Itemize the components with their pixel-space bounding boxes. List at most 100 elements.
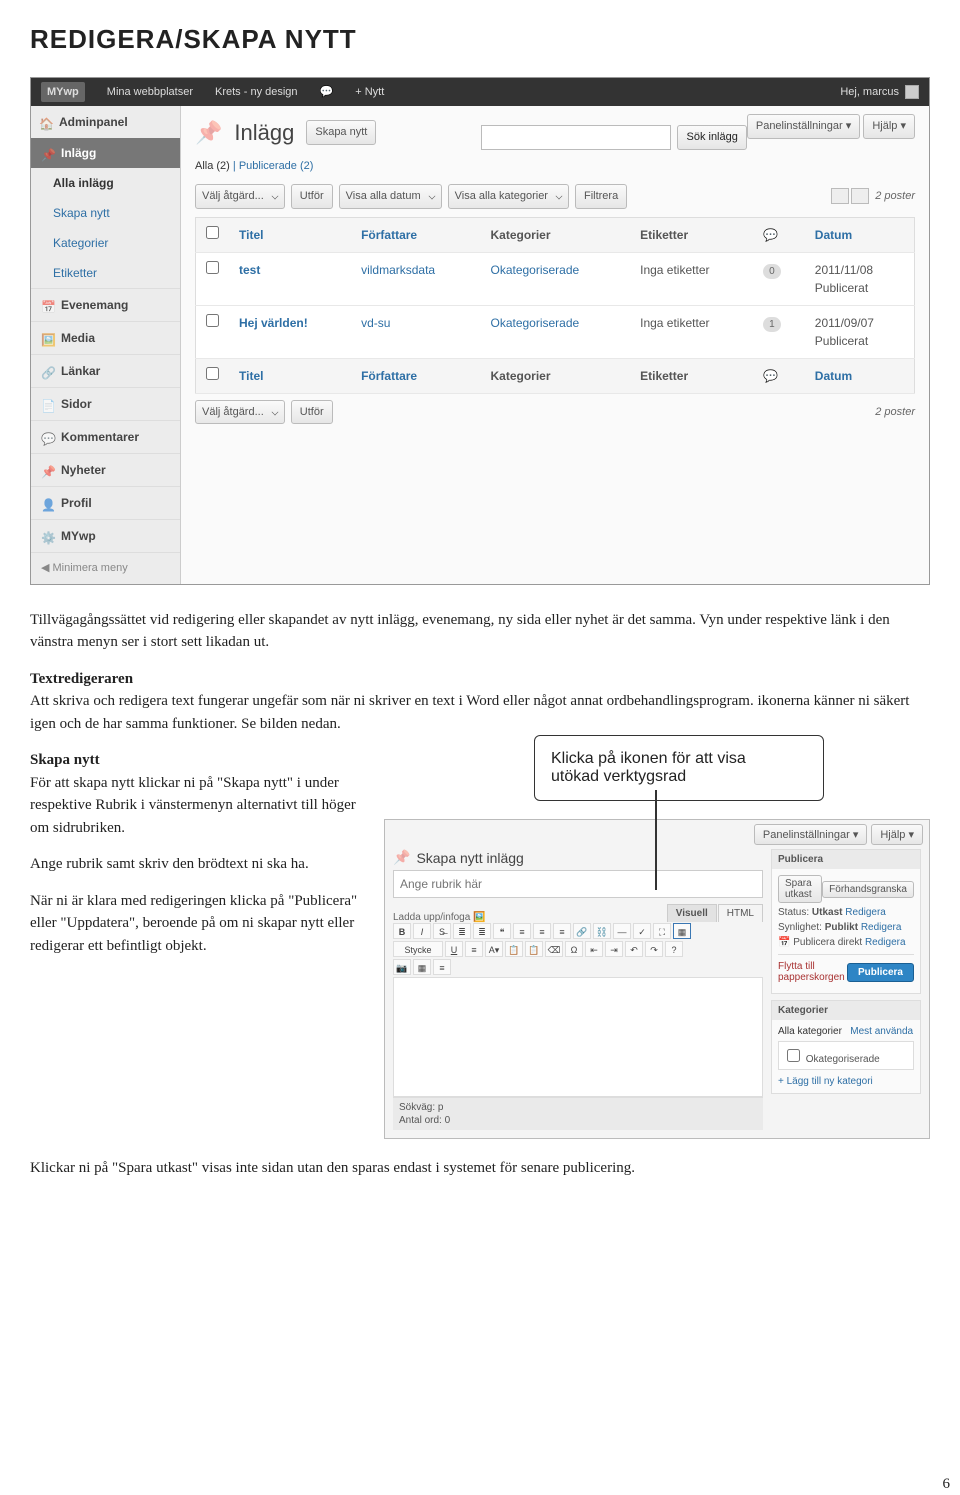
sidebar-item-all-posts[interactable]: Alla inlägg — [31, 168, 180, 198]
post-category-link[interactable]: Okategoriserade — [490, 263, 579, 277]
th-comments-icon[interactable]: 💬 — [753, 217, 805, 252]
bold-button[interactable]: B — [393, 923, 411, 939]
tab-all-categories[interactable]: Alla kategorier — [778, 1026, 842, 1037]
th-title[interactable]: Titel — [229, 217, 351, 252]
post-title-input[interactable] — [393, 870, 763, 898]
thf-author[interactable]: Författare — [351, 358, 480, 393]
th-date[interactable]: Datum — [805, 217, 915, 252]
screen-options-button-2[interactable]: Panelinställningar ▾ — [754, 824, 867, 845]
link-button[interactable]: 🔗 — [573, 923, 591, 939]
italic-button[interactable]: I — [413, 923, 431, 939]
sidebar-posts[interactable]: 📌 Inlägg — [31, 138, 180, 168]
tab-most-used[interactable]: Mest använda — [850, 1026, 913, 1037]
publish-button[interactable]: Publicera — [847, 963, 914, 982]
filter-published[interactable]: Publicerade (2) — [239, 160, 314, 172]
kitchensink-button[interactable]: ▦ — [673, 923, 691, 939]
style-select[interactable]: Stycke — [393, 941, 443, 957]
unlink-button[interactable]: ⛓️ — [593, 923, 611, 939]
extra-button[interactable]: ≡ — [433, 959, 451, 975]
align-right-button[interactable]: ≡ — [553, 923, 571, 939]
thf-date[interactable]: Datum — [805, 358, 915, 393]
search-button[interactable]: Sök inlägg — [677, 125, 746, 150]
upload-insert[interactable]: Ladda upp/infoga 🖼️ — [393, 912, 486, 923]
add-category-link[interactable]: + Lägg till ny kategori — [778, 1076, 873, 1087]
sidebar-media[interactable]: 🖼️Media — [31, 321, 180, 354]
sidebar-item-new-post[interactable]: Skapa nytt — [31, 198, 180, 228]
pasteword-button[interactable]: 📋 — [525, 941, 543, 957]
add-new-button[interactable]: Skapa nytt — [306, 120, 376, 145]
post-author-link[interactable]: vildmarksdata — [361, 263, 435, 277]
comment-count-badge[interactable]: 0 — [763, 264, 781, 279]
indent-button[interactable]: ⇥ — [605, 941, 623, 957]
align-center-button[interactable]: ≡ — [533, 923, 551, 939]
sidebar-item-tags[interactable]: Etiketter — [31, 258, 180, 288]
tab-visual[interactable]: Visuell — [667, 904, 717, 922]
redo-button[interactable]: ↷ — [645, 941, 663, 957]
view-excerpt-button[interactable] — [851, 188, 869, 204]
removefmt-button[interactable]: ⌫ — [545, 941, 563, 957]
tab-html[interactable]: HTML — [718, 904, 763, 922]
sidebar-comments[interactable]: 💬Kommentarer — [31, 420, 180, 453]
category-checkbox[interactable] — [787, 1049, 800, 1062]
search-input[interactable] — [481, 125, 671, 150]
select-all-checkbox-bottom[interactable] — [206, 367, 219, 380]
sidebar-pages[interactable]: 📄Sidor — [31, 387, 180, 420]
edit-visibility-link[interactable]: Redigera — [861, 922, 902, 933]
select-all-checkbox[interactable] — [206, 226, 219, 239]
sidebar-links[interactable]: 🔗Länkar — [31, 354, 180, 387]
adminbar-new[interactable]: + Nytt — [355, 84, 384, 101]
preview-button[interactable]: Förhandsgranska — [822, 881, 914, 898]
sidebar-item-categories[interactable]: Kategorier — [31, 228, 180, 258]
fullscreen-button[interactable]: ⛶ — [653, 923, 671, 939]
adminbar-mysites[interactable]: Mina webbplatser — [107, 84, 193, 101]
help-button[interactable]: Hjälp ▾ — [863, 114, 915, 139]
post-author-link[interactable]: vd-su — [361, 316, 390, 330]
view-list-button[interactable] — [831, 188, 849, 204]
sidebar-mywp[interactable]: ⚙️MYwp — [31, 519, 180, 552]
bulk-action-select[interactable]: Välj åtgärd... — [195, 184, 285, 209]
outdent-button[interactable]: ⇤ — [585, 941, 603, 957]
filter-button[interactable]: Filtrera — [575, 184, 627, 209]
bulk-apply-button[interactable]: Utför — [291, 184, 333, 209]
post-category-link[interactable]: Okategoriserade — [490, 316, 579, 330]
adminbar-site[interactable]: Krets - ny design — [215, 84, 298, 101]
adminbar-comments-icon[interactable]: 💬 — [320, 84, 334, 101]
edit-schedule-link[interactable]: Redigera — [865, 937, 906, 948]
category-item[interactable]: Okategoriserade — [783, 1054, 880, 1065]
extra-button[interactable]: ▦ — [413, 959, 431, 975]
media-icon[interactable]: 🖼️ — [473, 912, 485, 923]
th-author[interactable]: Författare — [351, 217, 480, 252]
quote-button[interactable]: ❝ — [493, 923, 511, 939]
sidebar-profile[interactable]: 👤Profil — [31, 486, 180, 519]
bulk-apply-button-bottom[interactable]: Utför — [291, 400, 333, 425]
date-filter-select[interactable]: Visa alla datum — [339, 184, 442, 209]
spell-button[interactable]: ✓ — [633, 923, 651, 939]
filter-all[interactable]: Alla (2) — [195, 160, 230, 172]
pastetext-button[interactable]: 📋 — [505, 941, 523, 957]
underline-button[interactable]: U — [445, 941, 463, 957]
thf-title[interactable]: Titel — [229, 358, 351, 393]
screen-options-button[interactable]: Panelinställningar ▾ — [747, 114, 860, 139]
char-button[interactable]: Ω — [565, 941, 583, 957]
post-title-link[interactable]: test — [239, 263, 260, 277]
comment-count-badge[interactable]: 1 — [763, 317, 781, 332]
extra-button[interactable]: 📷 — [393, 959, 411, 975]
category-filter-select[interactable]: Visa alla kategorier — [448, 184, 569, 209]
justify-button[interactable]: ≡ — [465, 941, 483, 957]
undo-button[interactable]: ↶ — [625, 941, 643, 957]
edit-status-link[interactable]: Redigera — [845, 907, 886, 918]
adminbar-brand[interactable]: MYwp — [41, 82, 85, 103]
sidebar-events[interactable]: 📅Evenemang — [31, 288, 180, 321]
sidebar-dashboard[interactable]: 🏠 Adminpanel — [31, 106, 180, 138]
adminbar-greeting[interactable]: Hej, marcus — [840, 84, 899, 101]
sidebar-news[interactable]: 📌Nyheter — [31, 453, 180, 486]
ol-button[interactable]: ≣ — [473, 923, 491, 939]
thf-comments-icon[interactable]: 💬 — [753, 358, 805, 393]
editor-textarea[interactable] — [393, 977, 763, 1097]
help-icon-button[interactable]: ? — [665, 941, 683, 957]
row-checkbox[interactable] — [206, 314, 219, 327]
save-draft-button[interactable]: Spara utkast — [778, 875, 822, 903]
row-checkbox[interactable] — [206, 261, 219, 274]
strike-button[interactable]: S̶ — [433, 923, 451, 939]
post-title-link[interactable]: Hej världen! — [239, 316, 308, 330]
